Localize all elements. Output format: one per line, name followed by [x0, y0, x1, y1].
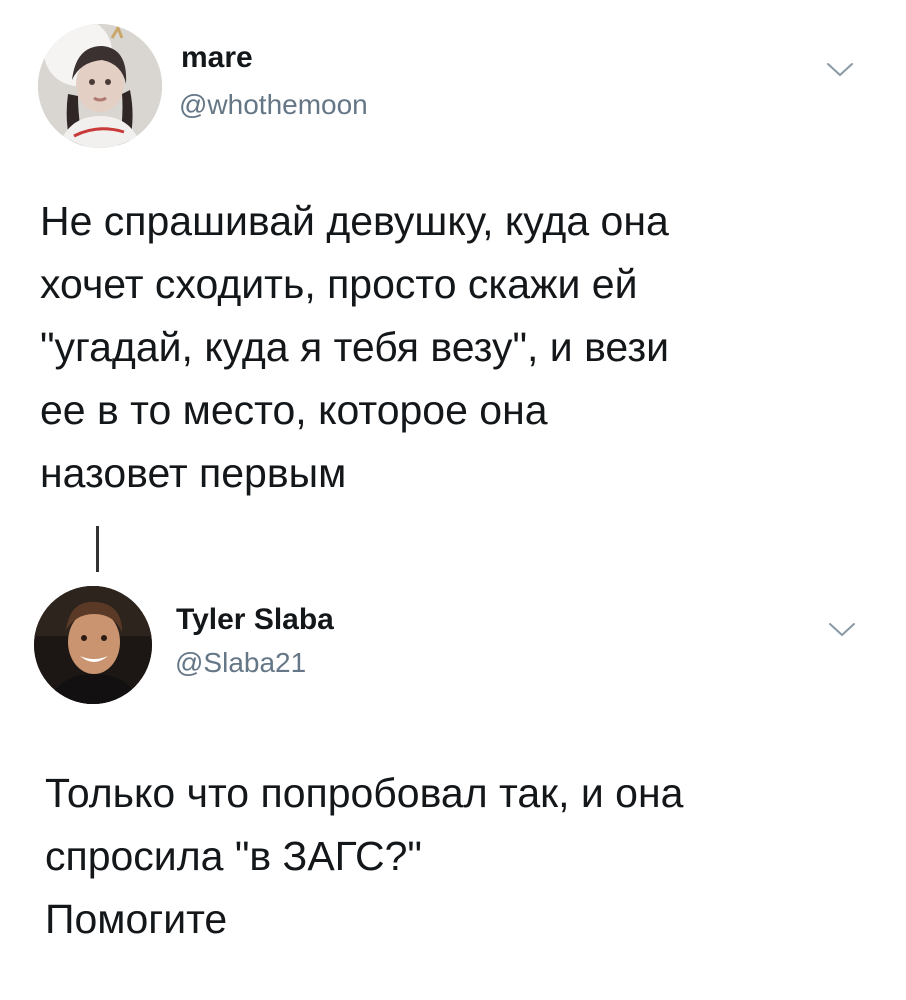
user-handle[interactable]: @whothemoon: [179, 89, 368, 121]
avatar-tyler-slaba-image: [34, 586, 152, 704]
tweet-text-line: "угадай, куда я тебя везу", и вези: [40, 324, 670, 370]
tweet-text-line: Только что попробовал так, и она: [45, 770, 684, 816]
tweet-text-line: Помогите: [45, 896, 228, 942]
chevron-down-icon[interactable]: [825, 60, 855, 80]
display-name[interactable]: Tyler Slaba: [176, 603, 334, 637]
tweet-text-line: Не спрашивай девушку, куда она: [40, 198, 669, 244]
chevron-down-icon[interactable]: [827, 620, 857, 640]
display-name[interactable]: mare: [181, 41, 253, 75]
tweet-text-line: хочет сходить, просто скажи ей: [40, 261, 638, 307]
tweet-text-line: ее в то место, которое она: [40, 387, 548, 433]
twitter-thread-screenshot: mare @whothemoon Не спрашивай девушку, к…: [0, 0, 906, 1000]
avatar-mare-image: [38, 24, 162, 148]
tweet-body: Только что попробовал так, и она спросил…: [45, 762, 683, 951]
tweet-text-line: назовет первым: [40, 450, 347, 496]
avatar-tyler-slaba[interactable]: [34, 586, 152, 704]
tweet-text-line: спросила "в ЗАГС?": [45, 833, 422, 879]
tweet-body: Не спрашивай девушку, куда она хочет схо…: [40, 190, 669, 505]
avatar-mare[interactable]: [38, 24, 162, 148]
thread-connector-line: [96, 526, 99, 572]
user-handle[interactable]: @Slaba21: [175, 647, 306, 679]
